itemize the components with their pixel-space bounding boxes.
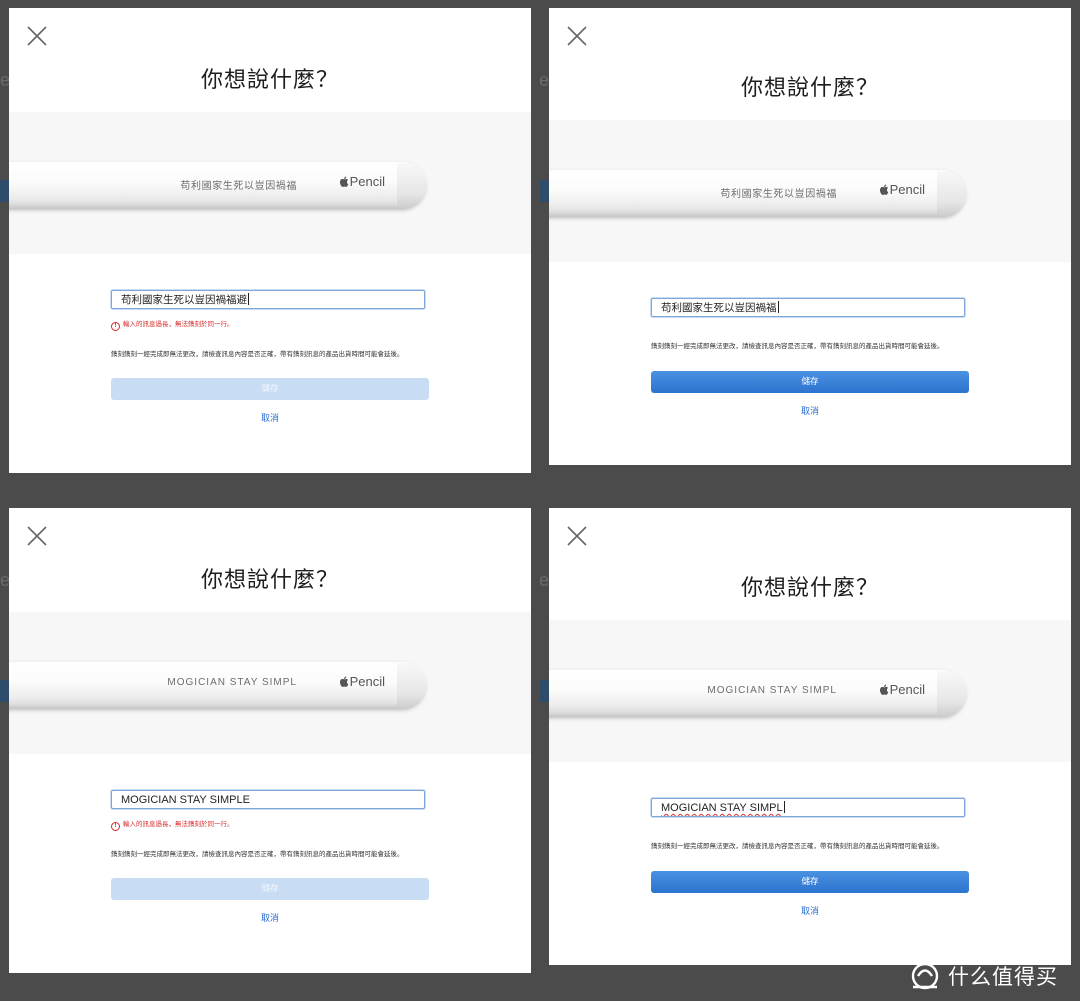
pencil-tip	[937, 671, 967, 715]
background-fragment	[0, 180, 9, 202]
cancel-link[interactable]: 取消	[9, 911, 531, 924]
watermark-text: 什么值得买	[948, 965, 1058, 989]
watermark: 什么值得买	[910, 958, 1058, 994]
smzdm-logo-icon	[910, 961, 940, 991]
text-caret	[783, 801, 785, 813]
pencil-tip	[397, 663, 427, 707]
close-icon[interactable]	[26, 525, 48, 547]
engraving-input[interactable]: 苟利國家生死以豈因禍福	[651, 298, 965, 317]
text-caret	[248, 293, 249, 305]
engraving-dialog: 你想說什麼？ 苟利國家生死以豈因禍福 Pencil 苟利國家生死以豈因禍福避 !…	[9, 8, 531, 473]
save-button[interactable]: 儲存	[111, 878, 429, 900]
cancel-link[interactable]: 取消	[549, 904, 1071, 917]
engraving-input[interactable]: MOGICIAN STAY SIMPLE	[111, 790, 425, 809]
apple-logo-icon	[339, 675, 349, 689]
dialog-title: 你想說什麼？	[200, 68, 339, 93]
pencil-brand: Pencil	[879, 182, 925, 197]
pencil-preview-area: MOGICIAN STAY SIMPL Pencil	[9, 612, 531, 754]
brand-label: Pencil	[889, 682, 925, 697]
error-icon: !	[111, 322, 120, 331]
apple-logo-icon	[339, 175, 349, 189]
input-value: 苟利國家生死以豈因禍福	[661, 302, 777, 314]
save-button[interactable]: 儲存	[111, 378, 429, 400]
close-icon[interactable]	[26, 25, 48, 47]
pencil-tip	[937, 171, 967, 215]
engraving-note: 鐫刻鐫刻一經完成即無法更改，請檢查訊息內容是否正確，帶有鐫刻訊息的產品出貨時間可…	[111, 350, 404, 358]
dialog-title: 你想說什麼？	[740, 76, 879, 101]
engraving-note: 鐫刻鐫刻一經完成即無法更改，請檢查訊息內容是否正確，帶有鐫刻訊息的產品出貨時間可…	[111, 850, 404, 858]
engraving-preview-text: MOGICIAN STAY SIMPL	[167, 677, 297, 688]
cancel-link[interactable]: 取消	[9, 411, 531, 424]
pencil-preview-area: 苟利國家生死以豈因禍福 Pencil	[9, 112, 531, 254]
pencil-preview: 苟利國家生死以豈因禍福 Pencil	[9, 162, 427, 208]
engraving-input[interactable]: 苟利國家生死以豈因禍福避	[111, 290, 425, 309]
background-fragment: e	[539, 70, 550, 90]
pencil-tip	[397, 163, 427, 207]
brand-label: Pencil	[889, 182, 925, 197]
error-text: 輸入的訊息過長，無法鐫刻於同一行。	[123, 320, 234, 328]
background-fragment: e	[539, 570, 550, 590]
text-caret	[777, 301, 779, 313]
background-fragment	[540, 180, 549, 202]
engraving-preview-text: MOGICIAN STAY SIMPL	[707, 685, 837, 696]
close-icon[interactable]	[566, 25, 588, 47]
dialog-title: 你想說什麼？	[740, 576, 879, 601]
input-value: 苟利國家生死以豈因禍福避	[121, 294, 247, 306]
engraving-input[interactable]: MOGICIAN STAY SIMPL	[651, 798, 965, 817]
engraving-preview-text: 苟利國家生死以豈因禍福	[720, 189, 837, 200]
background-fragment	[0, 680, 9, 702]
pencil-brand: Pencil	[339, 674, 385, 689]
engraving-dialog: 你想說什麼？ MOGICIAN STAY SIMPL Pencil MOGICI…	[9, 508, 531, 973]
background-fragment	[540, 680, 549, 702]
apple-logo-icon	[879, 683, 889, 697]
input-value: MOGICIAN STAY SIMPL	[661, 802, 783, 814]
apple-logo-icon	[879, 183, 889, 197]
engraving-preview-text: 苟利國家生死以豈因禍福	[180, 181, 297, 192]
pencil-brand: Pencil	[339, 174, 385, 189]
pencil-preview: MOGICIAN STAY SIMPL Pencil	[549, 670, 967, 716]
save-button[interactable]: 儲存	[651, 871, 969, 893]
error-text: 輸入的訊息過長，無法鐫刻於同一行。	[123, 820, 234, 828]
input-value: MOGICIAN STAY SIMPLE	[121, 794, 250, 806]
error-icon: !	[111, 822, 120, 831]
engraving-dialog: 你想說什麼？ 苟利國家生死以豈因禍福 Pencil 苟利國家生死以豈因禍福 鐫刻…	[549, 8, 1071, 465]
pencil-brand: Pencil	[879, 682, 925, 697]
error-message: ! 輸入的訊息過長，無法鐫刻於同一行。	[111, 818, 234, 831]
engraving-note: 鐫刻鐫刻一經完成即無法更改，請檢查訊息內容是否正確，帶有鐫刻訊息的產品出貨時間可…	[651, 842, 944, 850]
pencil-preview: 苟利國家生死以豈因禍福 Pencil	[549, 170, 967, 216]
error-message: ! 輸入的訊息過長，無法鐫刻於同一行。	[111, 318, 234, 331]
cancel-link[interactable]: 取消	[549, 404, 1071, 417]
brand-label: Pencil	[349, 174, 385, 189]
pencil-preview-area: MOGICIAN STAY SIMPL Pencil	[549, 620, 1071, 762]
close-icon[interactable]	[566, 525, 588, 547]
dialog-title: 你想說什麼？	[200, 568, 339, 593]
pencil-preview: MOGICIAN STAY SIMPL Pencil	[9, 662, 427, 708]
brand-label: Pencil	[349, 674, 385, 689]
engraving-dialog: 你想說什麼？ MOGICIAN STAY SIMPL Pencil MOGICI…	[549, 508, 1071, 965]
engraving-note: 鐫刻鐫刻一經完成即無法更改，請檢查訊息內容是否正確，帶有鐫刻訊息的產品出貨時間可…	[651, 342, 944, 350]
pencil-preview-area: 苟利國家生死以豈因禍福 Pencil	[549, 120, 1071, 262]
save-button[interactable]: 儲存	[651, 371, 969, 393]
